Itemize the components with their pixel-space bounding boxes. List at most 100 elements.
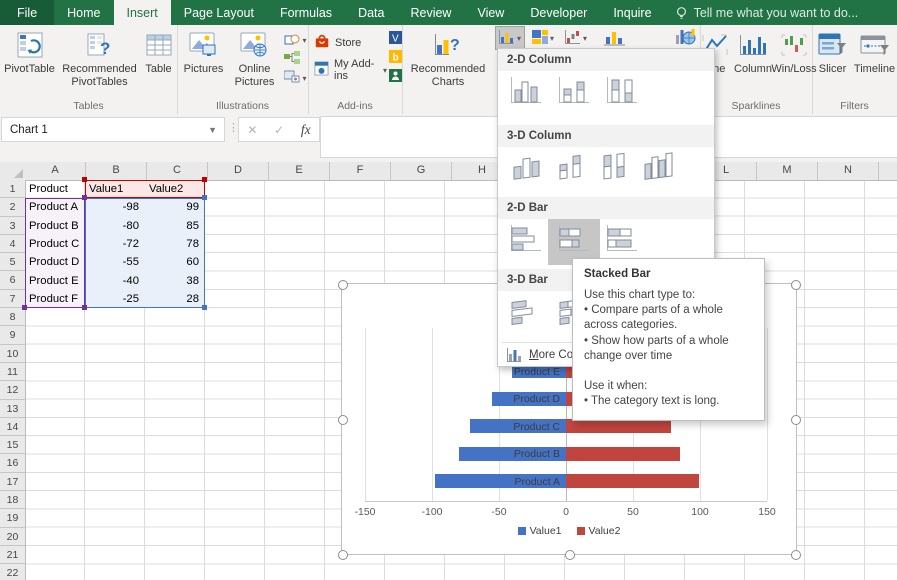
recommended-pivottables-button[interactable]: ? Recommended PivotTables (58, 28, 142, 88)
cell-B1[interactable]: Value1 (89, 180, 141, 198)
column-sparkline-button[interactable]: Column (730, 28, 776, 76)
tab-developer[interactable]: Developer (517, 0, 600, 25)
tab-page-layout[interactable]: Page Layout (171, 0, 267, 25)
chart-selection-handle[interactable] (791, 550, 801, 560)
row-header-19[interactable]: 19 (0, 509, 25, 527)
smartart-button[interactable] (284, 51, 306, 67)
cell-A4[interactable]: Product C (29, 235, 81, 253)
tell-me-box[interactable]: Tell me what you want to do... (675, 0, 859, 25)
cell-A1[interactable]: Product (29, 180, 81, 198)
tab-inquire[interactable]: Inquire (600, 0, 664, 25)
chart-type-100-stacked-column[interactable] (602, 75, 642, 111)
row-header-22[interactable]: 22 (0, 564, 25, 580)
column-header-A[interactable]: A (25, 162, 86, 180)
row-header-21[interactable]: 21 (0, 546, 25, 564)
tab-file[interactable]: File (0, 0, 54, 25)
store-button[interactable]: Store (314, 33, 387, 52)
chart-type-clustered-bar[interactable] (506, 223, 546, 259)
tab-insert[interactable]: Insert (114, 0, 171, 25)
cell-B7[interactable]: -25 (85, 290, 139, 308)
insert-waterfall-or-stock-chart-button[interactable]: ▾ (562, 27, 590, 49)
chart-type-stacked-column[interactable] (554, 75, 594, 111)
cell-A6[interactable]: Product E (29, 272, 81, 290)
tab-review[interactable]: Review (397, 0, 464, 25)
tab-data[interactable]: Data (345, 0, 397, 25)
insert-function-button[interactable]: fx (301, 122, 311, 138)
row-header-10[interactable]: 10 (0, 345, 25, 363)
row-header-20[interactable]: 20 (0, 528, 25, 546)
chart-type-clustered-column[interactable] (506, 75, 546, 111)
cell-C2[interactable]: 99 (145, 198, 199, 216)
timeline-button[interactable]: Timeline (853, 28, 897, 76)
table-button[interactable]: Table (142, 28, 176, 76)
row-header-14[interactable]: 14 (0, 418, 25, 436)
winloss-sparkline-button[interactable]: Win/Loss (776, 28, 812, 76)
chart-type-3d-stacked-column[interactable] (550, 151, 590, 187)
column-header-N[interactable]: N (818, 162, 879, 180)
row-header-9[interactable]: 9 (0, 326, 25, 344)
tab-home[interactable]: Home (54, 0, 113, 25)
chart-type-3d-clustered-column[interactable] (506, 151, 546, 187)
cell-C6[interactable]: 38 (145, 272, 199, 290)
cell-A5[interactable]: Product D (29, 253, 81, 271)
shapes-button[interactable]: ▾ (284, 32, 306, 48)
chart-type-3d-100-stacked-column[interactable] (594, 151, 634, 187)
column-header-B[interactable]: B (86, 162, 147, 180)
chart-selection-handle[interactable] (338, 550, 348, 560)
3d-map-button[interactable] (672, 27, 700, 49)
column-header-D[interactable]: D (208, 162, 269, 180)
cell-C3[interactable]: 85 (145, 217, 199, 235)
cell-C4[interactable]: 78 (145, 235, 199, 253)
bar-value2-product-c[interactable] (566, 419, 671, 433)
row-header-5[interactable]: 5 (0, 253, 25, 271)
chart-selection-handle[interactable] (338, 280, 348, 290)
tell-me-label[interactable]: Tell me what you want to do... (694, 6, 859, 20)
row-header-13[interactable]: 13 (0, 400, 25, 418)
visio-data-visualizer-icon[interactable]: V (389, 29, 402, 45)
tab-formulas[interactable]: Formulas (267, 0, 345, 25)
chart-type-stacked-bar[interactable] (554, 223, 594, 259)
select-all-corner[interactable] (0, 162, 26, 181)
cell-A2[interactable]: Product A (29, 198, 81, 216)
enter-icon[interactable]: ✓ (274, 123, 284, 137)
chart-type-3d-clustered-bar[interactable] (506, 296, 546, 332)
column-header-C[interactable]: C (147, 162, 208, 180)
legend-item-value2[interactable]: Value2 (577, 525, 621, 537)
row-header-1[interactable]: 1 (0, 180, 25, 198)
row-header-12[interactable]: 12 (0, 381, 25, 399)
cell-B3[interactable]: -80 (85, 217, 139, 235)
cell-A7[interactable]: Product F (29, 290, 81, 308)
cell-B5[interactable]: -55 (85, 253, 139, 271)
cancel-icon[interactable]: ✕ (247, 123, 257, 137)
bar-value2-product-b[interactable] (566, 447, 680, 461)
column-header-M[interactable]: M (757, 162, 818, 180)
chart-selection-handle[interactable] (565, 550, 575, 560)
insert-hierarchy-chart-button[interactable]: ▾ (529, 27, 557, 49)
people-graph-icon[interactable] (389, 67, 402, 83)
row-header-16[interactable]: 16 (0, 454, 25, 472)
cell-C1[interactable]: Value2 (149, 180, 201, 198)
tab-view[interactable]: View (464, 0, 517, 25)
chart-type-3d-column[interactable] (638, 151, 678, 187)
column-header-O[interactable]: O (879, 162, 897, 180)
chart-type-100-stacked-bar[interactable] (602, 223, 642, 259)
cell-B6[interactable]: -40 (85, 272, 139, 290)
name-box[interactable]: Chart 1 ▼ (1, 117, 225, 142)
row-header-2[interactable]: 2 (0, 198, 25, 216)
pivottable-button[interactable]: PivotTable (2, 28, 58, 76)
row-header-8[interactable]: 8 (0, 308, 25, 326)
row-header-11[interactable]: 11 (0, 363, 25, 381)
column-header-F[interactable]: F (330, 162, 391, 180)
column-header-E[interactable]: E (269, 162, 330, 180)
pictures-button[interactable]: Pictures (178, 28, 228, 76)
row-header-6[interactable]: 6 (0, 271, 25, 289)
cell-B2[interactable]: -98 (85, 198, 139, 216)
name-box-dropdown-icon[interactable]: ▼ (208, 125, 224, 135)
row-header-18[interactable]: 18 (0, 491, 25, 509)
cell-B4[interactable]: -72 (85, 235, 139, 253)
chart-selection-handle[interactable] (338, 415, 348, 425)
row-header-15[interactable]: 15 (0, 436, 25, 454)
cell-A3[interactable]: Product B (29, 217, 81, 235)
bar-value2-product-a[interactable] (566, 474, 699, 488)
cell-C5[interactable]: 60 (145, 253, 199, 271)
